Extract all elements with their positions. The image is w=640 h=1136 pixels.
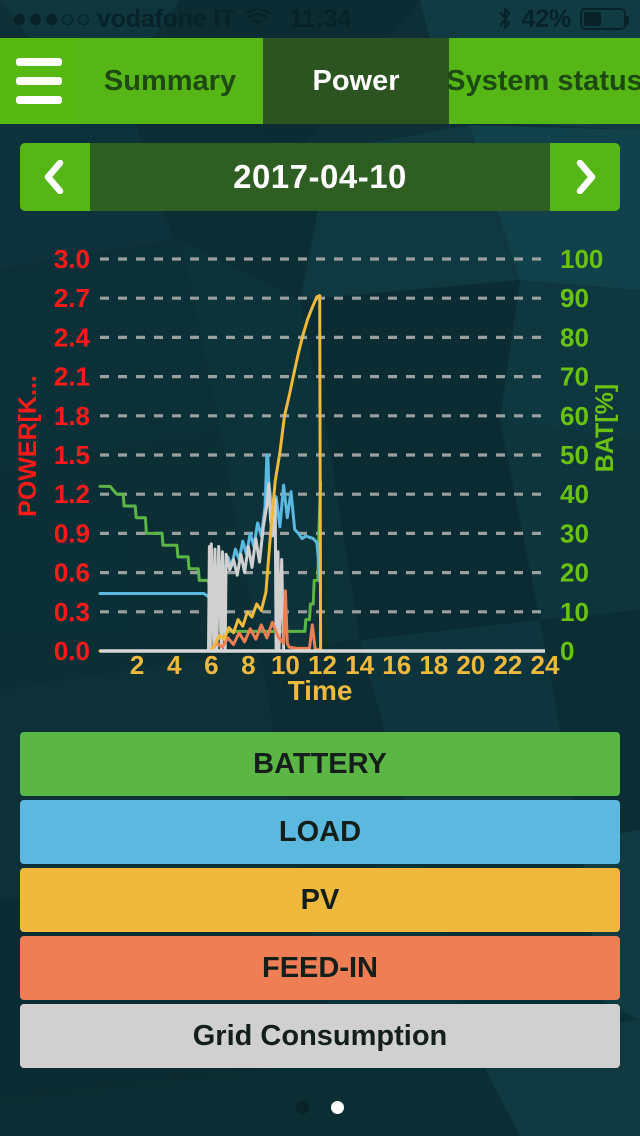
svg-text:4: 4 [167,650,182,680]
tab-power-label: Power [312,64,400,97]
svg-text:22: 22 [493,650,522,680]
svg-text:6: 6 [204,650,218,680]
svg-text:10: 10 [560,597,589,627]
chevron-right-icon [576,160,596,194]
tab-bar: Summary Power System status [0,38,640,124]
svg-text:1.8: 1.8 [54,401,90,431]
svg-text:0: 0 [560,636,574,666]
hamburger-menu-icon[interactable] [0,38,77,124]
chart-gridlines [100,257,545,614]
svg-text:24: 24 [531,650,560,680]
previous-day-button[interactable] [20,143,90,211]
tab-system-status-label: System status [446,64,640,97]
svg-text:1.5: 1.5 [54,440,90,470]
svg-text:90: 90 [560,283,589,313]
power-chart-svg: 0.0 0.3 0.6 0.9 1.2 1.5 1.8 2.1 2.4 2.7 3.0 0 10 20 3… [14,244,619,706]
tab-power[interactable]: Power [263,38,449,124]
status-bar-right: 42% [497,4,629,34]
svg-text:60: 60 [560,401,589,431]
svg-text:40: 40 [560,479,589,509]
date-navigation: 2017-04-10 [20,143,620,211]
power-chart: 0.0 0.3 0.6 0.9 1.2 1.5 1.8 2.1 2.4 2.7 3.0 0 10 20 3… [0,228,640,718]
current-date-label[interactable]: 2017-04-10 [90,143,550,211]
svg-text:16: 16 [382,650,411,680]
svg-text:1.2: 1.2 [54,479,90,509]
battery-percent-label: 42% [521,4,572,33]
svg-text:20: 20 [560,558,589,588]
legend-button-battery[interactable]: BATTERY [20,732,620,796]
battery-icon [580,8,629,30]
signal-strength-icon [14,13,89,25]
page-indicator [0,1101,640,1114]
x-axis-title: Time [288,675,353,706]
left-axis-ticks: 0.0 0.3 0.6 0.9 1.2 1.5 1.8 2.1 2.4 2.7 3.0 [54,244,91,666]
svg-text:70: 70 [560,362,589,392]
legend-label-load: LOAD [278,815,362,848]
legend-button-grid-consumption[interactable]: Grid Consumption [20,1004,620,1068]
next-day-button[interactable] [550,143,620,211]
svg-text:100: 100 [560,244,603,274]
svg-text:20: 20 [456,650,485,680]
bluetooth-icon [499,7,510,30]
power-screen: vodafone IT 11:34 42% Summary Power Syst… [0,0,640,1136]
status-bar: vodafone IT 11:34 42% [0,0,640,38]
svg-text:0.6: 0.6 [54,558,90,588]
tab-summary[interactable]: Summary [77,38,263,124]
legend-button-feed-in[interactable]: FEED-IN [20,936,620,1000]
legend-label-pv: PV [300,883,340,916]
legend-label-feed-in: FEED-IN [262,951,378,984]
svg-text:2.4: 2.4 [54,322,91,352]
carrier-label: vodafone IT [97,4,236,33]
legend-label-battery: BATTERY [253,747,387,780]
svg-text:2.7: 2.7 [54,283,90,313]
svg-text:0.0: 0.0 [54,636,90,666]
series-legend: BATTERY LOAD PV FEED-IN Grid Consumption [20,732,620,1068]
page-dot-2[interactable] [331,1101,344,1114]
svg-text:18: 18 [419,650,448,680]
svg-text:2.1: 2.1 [54,362,90,392]
svg-text:8: 8 [241,650,255,680]
svg-text:0.3: 0.3 [54,597,90,627]
tab-system-status[interactable]: System status [446,38,640,124]
svg-text:30: 30 [560,518,589,548]
left-axis-title: POWER[K... [14,375,42,517]
legend-label-grid-consumption: Grid Consumption [192,1019,448,1052]
legend-button-load[interactable]: LOAD [20,800,620,864]
chevron-left-icon [44,160,64,194]
right-axis-title: BAT[%] [591,384,619,472]
svg-text:3.0: 3.0 [54,244,90,274]
tab-summary-label: Summary [103,64,237,97]
wifi-icon [245,9,271,27]
svg-text:80: 80 [560,322,589,352]
legend-button-pv[interactable]: PV [20,868,620,932]
svg-text:50: 50 [560,440,589,470]
chart-series [98,294,323,653]
page-dot-1[interactable] [296,1101,309,1114]
status-bar-left: vodafone IT [14,5,271,34]
svg-text:2: 2 [130,650,144,680]
svg-text:0.9: 0.9 [54,518,90,548]
